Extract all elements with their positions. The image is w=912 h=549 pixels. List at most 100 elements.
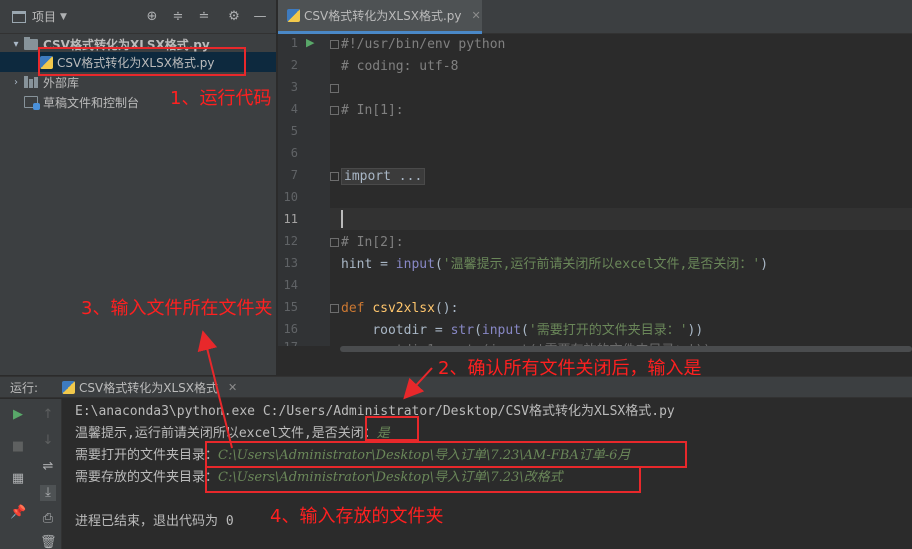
fold-marker-icon[interactable] xyxy=(330,238,339,247)
code-token: def xyxy=(341,301,373,316)
fold-marker-icon[interactable] xyxy=(330,84,339,93)
scratches-icon xyxy=(24,96,40,110)
code-line-12: # In[2]: xyxy=(341,235,404,250)
annotation-box-confirm xyxy=(365,416,419,441)
run-tab[interactable]: CSV格式转化为XLSX格式 ✕ xyxy=(62,379,237,396)
soft-wrap-icon[interactable]: ⇌ xyxy=(40,459,56,475)
code-line-1: #!/usr/bin/env python xyxy=(341,37,506,52)
console-exit-line: 进程已结束，退出代码为 0 xyxy=(75,514,234,529)
folded-imports[interactable]: import ... xyxy=(341,168,426,185)
code-token: = xyxy=(427,323,451,338)
code-line-16: rootdir = str(input('需要打开的文件夹目录：')) xyxy=(341,320,703,342)
line-number: 14 xyxy=(283,278,298,292)
annotation-step-2: 2、确认所有文件关闭后，输入是 xyxy=(438,358,702,379)
expand-all-icon[interactable]: ≑ xyxy=(170,9,186,25)
line-number: 3 xyxy=(290,80,298,94)
scrollbar-thumb[interactable] xyxy=(340,346,912,352)
code-line-13: hint = input('温馨提示,运行前请关闭所以excel文件,是否关闭：… xyxy=(341,257,769,272)
code-line-15: def csv2xlsx(): xyxy=(341,298,458,320)
code-token: hint xyxy=(341,257,373,272)
trash-icon[interactable]: 🗑 xyxy=(40,535,57,549)
code-token: '温馨提示,运行前请关闭所以excel文件,是否关闭：' xyxy=(442,257,761,272)
project-panel-title[interactable]: 项目 xyxy=(32,8,56,25)
editor-tab-label: CSV格式转化为XLSX格式.py xyxy=(304,9,462,23)
code-token: rootdir xyxy=(372,323,428,338)
text-caret xyxy=(341,210,343,228)
locate-file-icon[interactable]: ⊕ xyxy=(144,9,160,25)
scroll-to-end-icon[interactable]: ⤓ xyxy=(40,485,56,501)
line-number-current: 11 xyxy=(283,212,298,226)
run-tab-label: CSV格式转化为XLSX格式 xyxy=(79,380,218,395)
line-number: 10 xyxy=(283,190,298,204)
annotation-box-output-folder xyxy=(205,466,641,493)
python-file-icon xyxy=(287,9,300,22)
pin-icon[interactable]: 📌 xyxy=(10,505,26,521)
code-token: csv2xlsx xyxy=(372,301,435,316)
print-icon[interactable]: ⎙ xyxy=(40,511,56,527)
code-token: input xyxy=(395,257,435,272)
gear-icon[interactable]: ⚙ xyxy=(226,9,242,25)
annotation-step-1: 1、运行代码 xyxy=(170,88,272,109)
editor-tab[interactable]: CSV格式转化为XLSX格式.py ✕ xyxy=(278,0,482,34)
code-line-7: import ... xyxy=(341,166,426,188)
project-view-icon xyxy=(12,10,26,23)
hide-panel-icon[interactable]: — xyxy=(252,9,268,25)
console-prompt: 需要打开的文件夹目录： xyxy=(75,448,219,463)
run-gutter-icon[interactable]: ▶ xyxy=(306,36,314,49)
chevron-down-icon[interactable]: ▼ xyxy=(60,12,67,22)
arrow-up-icon[interactable]: ↑ xyxy=(40,407,56,423)
run-panel-label: 运行: xyxy=(10,380,39,395)
code-line-4: # In[1]: xyxy=(341,103,404,118)
line-number: 2 xyxy=(290,58,298,72)
annotation-box-source-folder xyxy=(205,441,687,468)
close-icon[interactable]: ✕ xyxy=(471,9,480,22)
editor-tab-bar: CSV格式转化为XLSX格式.py ✕ xyxy=(278,0,912,34)
code-token: = xyxy=(372,257,396,272)
console-prompt: 温馨提示,运行前请关闭所以excel文件,是否关闭： xyxy=(75,426,377,441)
line-number: 1 xyxy=(290,36,298,50)
tree-item-label: 外部库 xyxy=(43,75,80,90)
run-toolbar-primary: ▶ ■ ▦ 📌 xyxy=(0,399,36,549)
close-icon[interactable]: ✕ xyxy=(228,381,237,394)
annotation-step-4: 4、输入存放的文件夹 xyxy=(270,506,444,527)
project-toolbar: ⊕ ≑ ≐ ⚙ — xyxy=(144,9,268,25)
code-token: ) xyxy=(760,257,769,272)
line-number: 6 xyxy=(290,146,298,160)
line-number: 16 xyxy=(283,322,298,336)
annotation-step-3: 3、输入文件所在文件夹 xyxy=(81,298,273,319)
stop-icon[interactable]: ■ xyxy=(10,439,26,455)
line-number: 13 xyxy=(283,256,298,270)
fold-marker-icon[interactable] xyxy=(330,40,339,49)
fold-marker-icon[interactable] xyxy=(330,172,339,181)
tree-item-scratches[interactable]: 草稿文件和控制台 xyxy=(0,92,139,112)
line-number: 7 xyxy=(290,168,298,182)
code-token: input xyxy=(481,323,522,338)
annotation-box-run xyxy=(38,47,246,76)
layout-icon[interactable]: ▦ xyxy=(10,471,26,487)
arrow-down-icon[interactable]: ↓ xyxy=(40,433,56,449)
rerun-icon[interactable]: ▶ xyxy=(10,407,26,423)
line-number: 4 xyxy=(290,102,298,116)
code-line-2: # coding: utf-8 xyxy=(341,59,459,74)
run-toolbar-secondary: ↑ ↓ ⇌ ⤓ ⎙ 🗑 xyxy=(36,399,62,549)
line-number: 5 xyxy=(290,124,298,138)
code-token: )) xyxy=(687,323,704,338)
code-editor[interactable]: #!/usr/bin/env python # coding: utf-8 # … xyxy=(330,34,912,346)
collapse-all-icon[interactable]: ≐ xyxy=(196,9,212,25)
code-token: ( xyxy=(474,323,482,338)
code-token: str xyxy=(450,323,475,338)
tree-item-label: 草稿文件和控制台 xyxy=(43,95,140,110)
fold-marker-icon[interactable] xyxy=(330,304,339,313)
fold-marker-icon[interactable] xyxy=(330,106,339,115)
chevron-down-icon[interactable]: ▾ xyxy=(10,39,22,50)
line-number: 12 xyxy=(283,234,298,248)
code-token: (): xyxy=(434,301,459,316)
chevron-right-icon[interactable]: › xyxy=(10,77,22,88)
folder-icon xyxy=(24,36,38,50)
code-token: '需要打开的文件夹目录：' xyxy=(528,323,688,338)
current-line-highlight xyxy=(330,208,912,230)
console-prompt: 需要存放的文件夹目录： xyxy=(75,470,219,485)
editor-gutter: 1 ▶ 2 3 4 5 6 7 10 11 12 13 14 15 16 17 xyxy=(278,34,330,346)
line-number: 15 xyxy=(283,300,298,314)
